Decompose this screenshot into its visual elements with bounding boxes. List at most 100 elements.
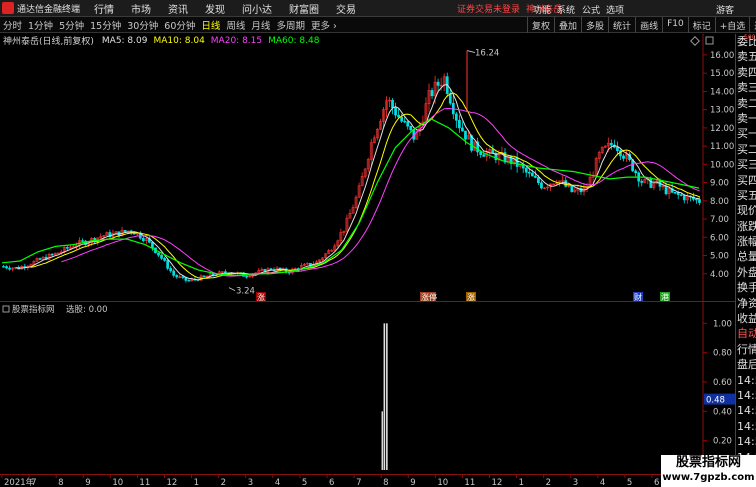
app-logo-icon [2,2,14,14]
candle-body [403,120,407,123]
date-tick-label: 4 [600,478,605,487]
menu-formula[interactable]: 公式 [582,3,600,16]
candle-body [479,151,483,155]
guest-user-label[interactable]: 游客 [716,3,734,16]
stock-name-label: 神州泰岳(日线,前复权) [3,37,94,47]
side-panel-item: 现价 [737,204,756,218]
candlestick-chart[interactable]: 4.00 5.00 6.00 7.00 8.00 9.00 10.00 11.00 12.00 1… [0,34,735,302]
low-pointer [228,287,236,291]
candle-body [163,258,166,261]
indicator-settings-icon[interactable] [2,305,10,313]
multi-stock-button[interactable]: 多股 [581,17,608,33]
overlay-button[interactable]: 叠加 [554,17,581,33]
period-monthly[interactable]: 月线 [251,18,270,32]
period-multi[interactable]: 多周期 [276,18,305,32]
value-marker-label: 0.48 [706,396,725,406]
candle-body [448,93,452,104]
menu-market[interactable]: 市场 [131,1,151,16]
period-daily[interactable]: 日线 [201,18,220,32]
maximize-icon[interactable] [705,36,714,45]
candle-body [616,146,619,151]
menu-system[interactable]: 系统 [557,3,575,16]
candle-body [175,275,179,278]
candle-body [56,252,60,255]
menu-discover[interactable]: 发现 [205,1,225,16]
candle-body [682,195,686,201]
side-panel-item: 卖五 [737,50,756,64]
side-panel-item: 涨幅 [737,235,756,249]
date-tick-label: 2 [221,478,226,487]
price-tick-label: 16.00 [710,51,734,61]
side-panel-item: 卖二 [737,96,756,110]
date-tick-label: 1 [519,478,524,487]
ma20-label: MA20: 8.15 [210,35,263,46]
event-tag-label: 财 [634,292,642,302]
side-panel-item: 买一 [737,127,756,141]
add-watchlist-button[interactable]: +自选 [714,17,750,33]
side-panel-item: 14:50 [737,435,756,449]
candle-body [515,157,519,167]
period-15min[interactable]: 15分钟 [90,18,121,32]
date-tick-label: 7 [31,478,36,487]
indicator-chart[interactable]: 0.000.200.400.600.801.00股票指标网选股: 0.000.4… [0,302,735,474]
date-tick-label: 8 [383,478,388,487]
menu-news[interactable]: 资讯 [168,1,188,16]
candle-body [409,125,413,131]
side-panel-item: 盘后 [737,358,756,372]
candle-body [169,268,173,272]
date-tick-label: 1 [194,478,199,487]
menu-function[interactable]: 功能 [533,3,551,16]
period-timeshare[interactable]: 分时 [3,18,22,32]
side-panel-item: 14:50 [737,419,756,433]
side-panel-item: 买二 [737,142,756,156]
candle-body [394,107,397,116]
menu-ask-xiaoda[interactable]: 问小达 [242,1,272,16]
candle-body [609,142,613,146]
draw-line-button[interactable]: 画线 [635,17,662,33]
date-tick-label: 5 [627,478,632,487]
ma-info-line: 神州泰岳(日线,前复权) MA5: 8.09 MA10: 8.04 MA20: … [0,34,700,48]
candle-body [397,114,400,118]
date-tick-label: 2 [546,478,551,487]
statistics-button[interactable]: 统计 [608,17,635,33]
menu-wealth-circle[interactable]: 财富圈 [289,1,319,16]
period-60min[interactable]: 60分钟 [164,18,195,32]
period-weekly[interactable]: 周线 [226,18,245,32]
indicator-tick-label: 0.80 [713,349,732,359]
restore-rights-button[interactable]: 复权 [527,17,554,33]
menu-options[interactable]: 选项 [606,3,624,16]
side-panel-item: 外盘 [737,265,756,279]
menu-trade[interactable]: 交易 [336,1,356,16]
candle-body [160,254,163,259]
date-tick-label: 10 [112,478,123,487]
period-more[interactable]: 更多 › [311,18,337,32]
side-panel-item: 买四 [737,173,756,187]
date-tick-label: 6 [654,478,659,487]
side-panel-item: 自动 [737,327,756,341]
candle-body [400,116,404,122]
menu-market-quotes[interactable]: 行情 [94,1,114,16]
side-panel-item: 卖四 [737,65,756,79]
period-30min[interactable]: 30分钟 [127,18,158,32]
candle-body [151,242,154,249]
indicator-tick-label: 0.60 [713,378,732,388]
candle-body [65,247,69,249]
date-tick-label: 5 [302,478,307,487]
f10-button[interactable]: F10 [662,17,688,33]
price-tick-label: 7.00 [710,215,729,225]
date-tick-label: 9 [85,478,90,487]
side-panel-item: 买五 [737,188,756,202]
back-button[interactable]: 返回 [749,17,756,33]
quote-side-panel[interactable]: 委比卖五卖四卖三卖二卖一买一买二买三买四买五现价涨跌涨幅总量外盘换手净资收益自动… [735,34,756,474]
chart-tool-buttons: 复权 叠加 多股 统计 画线 F10 标记 +自选 返回 [527,17,756,33]
period-1min[interactable]: 1分钟 [28,18,53,32]
indicator-tick-label: 1.00 [713,319,732,329]
date-tick-label: 2021年 [4,477,35,487]
period-5min[interactable]: 5分钟 [59,18,84,32]
event-tag-label: 港 [661,292,669,302]
mark-button[interactable]: 标记 [687,17,715,33]
side-panel-item: 涨跌 [737,219,756,233]
side-panel-item: 总量 [737,250,756,264]
price-tick-label: 8.00 [710,197,729,207]
login-warning[interactable]: 证券交易未登录 [457,2,520,15]
